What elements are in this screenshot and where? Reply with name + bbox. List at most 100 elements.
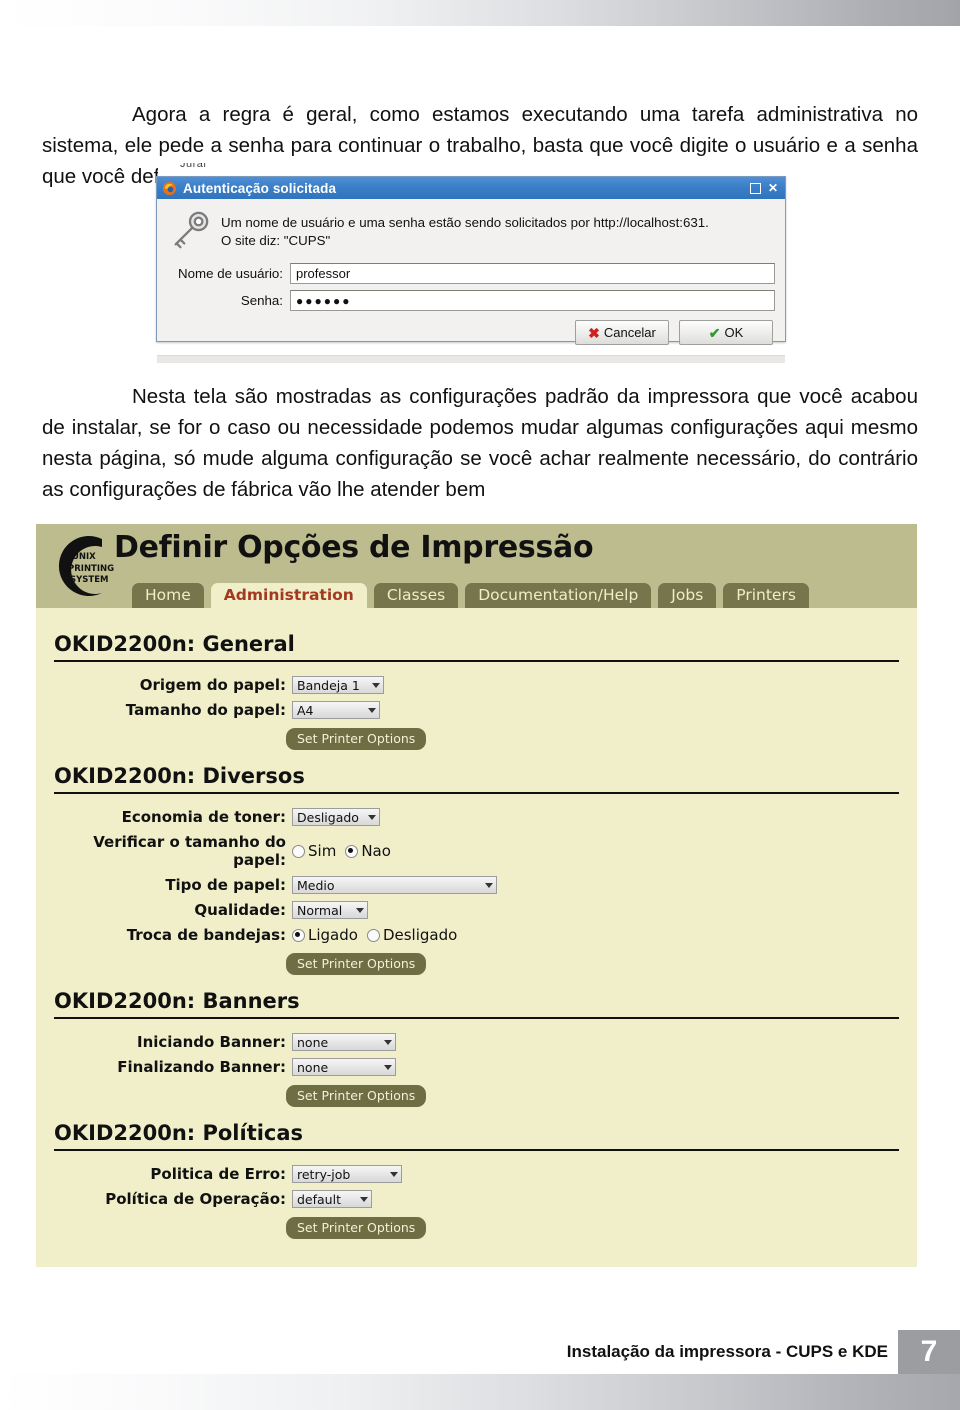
password-input[interactable]: ●●●●●● [290, 290, 775, 311]
dialog-title: Autenticação solicitada [183, 180, 337, 196]
paper-type-value: Medio [297, 877, 335, 893]
authentication-dialog: Autenticação solicitada ✕ Um nome de usu… [156, 176, 786, 363]
set-printer-options-button-diversos[interactable]: Set Printer Options [286, 953, 427, 975]
tab-printers[interactable]: Printers [723, 583, 809, 608]
set-printer-options-button-politicas[interactable]: Set Printer Options [286, 1217, 427, 1239]
end-banner-select[interactable]: none [292, 1058, 396, 1076]
dialog-body: Um nome de usuário e uma senha estão sen… [157, 199, 785, 351]
radio-check-paper-no[interactable] [345, 844, 359, 858]
tab-home[interactable]: Home [132, 583, 204, 608]
chevron-down-icon [368, 707, 376, 713]
paper-type-row: Tipo de papel: Medio [36, 876, 917, 894]
error-policy-label: Politica de Erro: [150, 1165, 286, 1183]
toner-save-row: Economia de toner: Desligado [36, 808, 917, 826]
tab-administration[interactable]: Administration [210, 583, 367, 608]
paper-type-label: Tipo de papel: [165, 876, 286, 894]
cancel-button-label: Cancelar [603, 325, 656, 340]
chevron-down-icon [372, 682, 380, 688]
radio-check-paper-yes[interactable] [292, 844, 305, 858]
section-title-diversos: OKID2200n: Diversos [54, 764, 305, 788]
tab-classes[interactable]: Classes [373, 583, 459, 608]
tray-switch-row: Troca de bandejas: Ligado Desligado [36, 926, 917, 944]
operation-policy-label: Política de Operação: [105, 1190, 286, 1208]
dialog-footer-strip [157, 355, 785, 363]
operation-policy-row: Política de Operação: default [36, 1190, 917, 1208]
page-bottom-gradient-bar [0, 1374, 960, 1410]
screen-paragraph: Nesta tela são mostradas as configuraçõe… [42, 381, 918, 506]
ok-button[interactable]: ✔ OK [679, 320, 773, 345]
error-policy-value: retry-job [297, 1166, 351, 1182]
start-banner-row: Iniciando Banner: none [36, 1033, 917, 1051]
end-banner-value: none [297, 1059, 329, 1075]
check-paper-size-label: Verificar o tamanho do papel: [93, 833, 286, 869]
paper-source-select[interactable]: Bandeja 1 [292, 676, 384, 694]
paper-type-select[interactable]: Medio [292, 876, 497, 894]
firefox-icon [162, 181, 177, 196]
svg-text:PRINTING: PRINTING [68, 564, 114, 574]
error-policy-row: Politica de Erro: retry-job [36, 1165, 917, 1183]
quality-select[interactable]: Normal [292, 901, 368, 919]
section-fields-banners: Iniciando Banner: none Finalizando Banne… [36, 1019, 917, 1111]
dialog-titlebar: Autenticação solicitada ✕ [157, 177, 785, 199]
set-printer-options-button-general[interactable]: Set Printer Options [286, 728, 427, 750]
end-banner-label: Finalizando Banner: [117, 1058, 286, 1076]
svg-text:SYSTEM: SYSTEM [70, 575, 108, 585]
operation-policy-select[interactable]: default [292, 1190, 372, 1208]
set-printer-options-button-banners[interactable]: Set Printer Options [286, 1085, 427, 1107]
radio-check-paper-no-label: Nao [361, 842, 391, 860]
tab-jobs[interactable]: Jobs [658, 583, 717, 608]
cups-page-title: Definir Opções de Impressão [114, 530, 594, 565]
radio-tray-switch-off[interactable] [366, 928, 380, 942]
paper-source-row: Origem do papel: Bandeja 1 [36, 676, 917, 694]
tab-documentation-help[interactable]: Documentation/Help [465, 583, 652, 608]
chevron-down-icon [384, 1064, 392, 1070]
page-footer: Instalação da impressora - CUPS e KDE 7 [544, 1330, 960, 1374]
svg-text:UNIX: UNIX [72, 552, 96, 562]
username-input[interactable]: professor [290, 263, 775, 284]
paper-size-label: Tamanho do papel: [125, 701, 286, 719]
ok-check-icon: ✔ [708, 324, 721, 341]
restore-icon[interactable] [750, 182, 761, 194]
cups-screenshot: UNIX PRINTING SYSTEM Definir Opções de I… [36, 524, 917, 1267]
password-row: Senha: ●●●●●● [167, 290, 775, 311]
paper-source-label: Origem do papel: [139, 676, 286, 694]
radio-tray-switch-off-label: Desligado [382, 926, 458, 944]
paper-size-select[interactable]: A4 [292, 701, 380, 719]
section-title-politicas: OKID2200n: Políticas [54, 1121, 304, 1145]
check-paper-size-radio-group: Sim Nao [292, 842, 391, 860]
close-icon[interactable]: ✕ [766, 181, 780, 195]
paper-source-value: Bandeja 1 [297, 677, 360, 693]
footer-title: Instalação da impressora - CUPS e KDE [544, 1330, 898, 1374]
end-banner-row: Finalizando Banner: none [36, 1058, 917, 1076]
cancel-x-icon: ✖ [588, 324, 600, 341]
tray-switch-label: Troca de bandejas: [126, 926, 286, 944]
chevron-down-icon [368, 814, 376, 820]
radio-tray-switch-on[interactable] [292, 928, 305, 942]
quality-label: Qualidade: [194, 901, 286, 919]
section-title-banners: OKID2200n: Banners [54, 989, 300, 1013]
toner-save-select[interactable]: Desligado [292, 808, 380, 826]
cups-body: OKID2200n: General Origem do papel: Band… [36, 608, 917, 1267]
ok-button-label: OK [724, 325, 744, 340]
error-policy-select[interactable]: retry-job [292, 1165, 402, 1183]
dialog-button-row: ✖ Cancelar ✔ OK [167, 320, 775, 345]
username-label: Nome de usuário: [178, 266, 283, 281]
page-top-gradient-bar [0, 0, 960, 26]
chevron-down-icon [390, 1171, 398, 1177]
radio-tray-switch-on-label: Ligado [308, 926, 358, 944]
cancel-button[interactable]: ✖ Cancelar [575, 320, 669, 345]
bleed-text: Jurar [180, 163, 208, 170]
radio-check-paper-yes-label: Sim [308, 842, 337, 860]
chevron-down-icon [384, 1039, 392, 1045]
key-icon [167, 208, 221, 257]
start-banner-label: Iniciando Banner: [137, 1033, 286, 1051]
section-fields-general: Origem do papel: Bandeja 1 Tamanho do pa… [36, 662, 917, 754]
toner-save-value: Desligado [297, 809, 359, 825]
chevron-down-icon [356, 907, 364, 913]
start-banner-select[interactable]: none [292, 1033, 396, 1051]
dialog-message-row: Um nome de usuário e uma senha estão sen… [167, 208, 775, 257]
paper-size-value: A4 [297, 702, 314, 718]
chevron-down-icon [360, 1196, 368, 1202]
section-fields-politicas: Politica de Erro: retry-job Política de … [36, 1151, 917, 1243]
chevron-down-icon [485, 882, 493, 888]
